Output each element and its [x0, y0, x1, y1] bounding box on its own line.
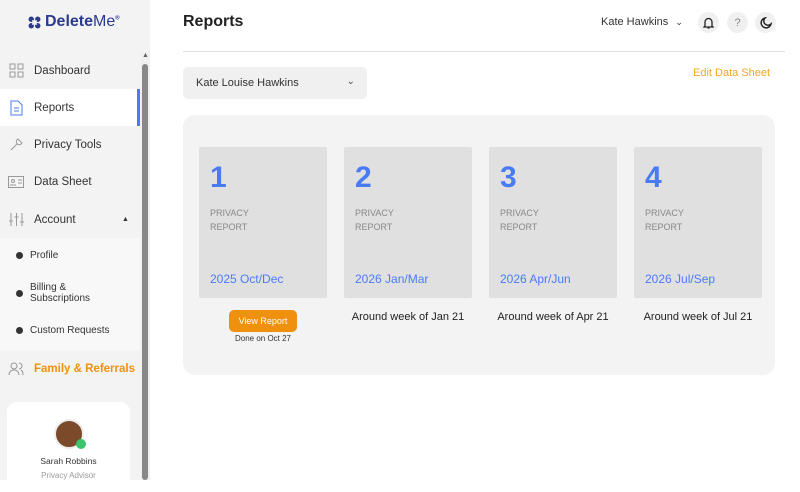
report-label-line: REPORT: [645, 222, 683, 232]
sidebar-item-reports[interactable]: Reports: [0, 89, 140, 126]
report-number: 2: [355, 161, 372, 194]
sidebar-item-label: Dashboard: [34, 64, 91, 77]
sidebar-item-label: Data Sheet: [34, 175, 92, 188]
sidebar-item-label: Family & Referrals: [34, 362, 135, 375]
report-period: 2026 Jul/Sep: [645, 272, 716, 286]
sidebar-subitem-billing[interactable]: Billing & Subscriptions: [16, 282, 126, 304]
document-icon: [8, 100, 24, 116]
sidebar-item-dashboard[interactable]: Dashboard: [0, 52, 140, 89]
bell-icon: [703, 17, 714, 29]
sidebar-item-label: Reports: [34, 101, 75, 114]
users-icon: [8, 361, 24, 377]
scroll-up-arrow-icon[interactable]: ▲: [142, 52, 149, 59]
edit-data-sheet-link[interactable]: Edit Data Sheet: [693, 67, 770, 79]
advisor-name: Sarah Robbins: [40, 456, 97, 466]
report-card-1: 1 PRIVACY REPORT 2025 Oct/Dec: [199, 147, 327, 298]
report-eta: Around week of Jan 21: [351, 311, 465, 323]
sidebar-item-account[interactable]: Account ▲: [0, 201, 140, 238]
report-label: PRIVACY REPORT: [210, 206, 249, 234]
report-card-2: 2 PRIVACY REPORT 2026 Jan/Mar: [344, 147, 472, 298]
dark-mode-button[interactable]: [755, 12, 776, 33]
sidebar-item-data-sheet[interactable]: Data Sheet: [0, 163, 140, 200]
bullet-icon: [16, 252, 23, 259]
report-label: PRIVACY REPORT: [355, 206, 394, 234]
report-label-line: PRIVACY: [500, 208, 539, 218]
online-status-icon: [75, 439, 86, 449]
grid-icon: [8, 63, 24, 79]
sidebar-item-family-referrals[interactable]: Family & Referrals: [0, 350, 140, 387]
profile-select-value: Kate Louise Hawkins: [196, 77, 299, 89]
report-done-date: Done on Oct 27: [234, 334, 292, 343]
report-label: PRIVACY REPORT: [500, 206, 539, 234]
report-number: 1: [210, 161, 227, 194]
notifications-button[interactable]: [698, 12, 719, 33]
header-divider: [183, 51, 785, 52]
page-title: Reports: [183, 13, 244, 30]
help-icon: ?: [734, 16, 741, 29]
sliders-icon: [8, 212, 24, 228]
sidebar-subitem-profile[interactable]: Profile: [16, 250, 58, 261]
advisor-role: Privacy Advisor: [41, 471, 96, 480]
report-number: 3: [500, 161, 517, 194]
subitem-label: Custom Requests: [30, 325, 110, 336]
report-label-line: REPORT: [210, 222, 248, 232]
report-number: 4: [645, 161, 662, 194]
chevron-down-icon: ⌄: [675, 17, 683, 27]
subitem-label: Billing & Subscriptions: [30, 282, 91, 304]
wrench-icon: [8, 137, 24, 153]
user-name: Kate Hawkins: [601, 16, 669, 28]
report-period: 2026 Apr/Jun: [500, 272, 571, 286]
report-label-line: REPORT: [355, 222, 393, 232]
view-report-button[interactable]: View Report: [229, 310, 297, 332]
sidebar-item-label: Account: [34, 213, 76, 226]
sidebar-item-privacy-tools[interactable]: Privacy Tools: [0, 126, 140, 163]
bullet-icon: [16, 327, 23, 334]
sidebar-subitem-custom-requests[interactable]: Custom Requests: [16, 325, 109, 336]
report-label: PRIVACY REPORT: [645, 206, 684, 234]
report-label-line: PRIVACY: [355, 208, 394, 218]
deleteme-logo[interactable]: DeleteMe®: [28, 13, 120, 31]
logo-mark-icon: [28, 16, 41, 28]
account-submenu: Profile Billing & Subscriptions Custom R…: [0, 238, 140, 350]
bullet-icon: [16, 289, 23, 297]
report-label-line: PRIVACY: [645, 208, 684, 218]
sidebar: DeleteMe® Dashboard Reports Privacy Tool…: [0, 0, 150, 492]
user-menu[interactable]: Kate Hawkins ⌄: [601, 16, 683, 28]
report-card-3: 3 PRIVACY REPORT 2026 Apr/Jun: [489, 147, 617, 298]
report-eta: Around week of Jul 21: [643, 311, 753, 323]
report-period: 2026 Jan/Mar: [355, 272, 429, 286]
report-eta: Around week of Apr 21: [497, 311, 609, 323]
sidebar-item-label: Privacy Tools: [34, 138, 102, 151]
report-label-line: PRIVACY: [210, 208, 249, 218]
subitem-label: Profile: [30, 250, 59, 261]
caret-up-icon: ▲: [122, 216, 129, 223]
logo-text-me: Me: [93, 13, 116, 30]
scrollbar-thumb[interactable]: [142, 64, 148, 480]
report-period: 2025 Oct/Dec: [210, 272, 284, 286]
report-card-4: 4 PRIVACY REPORT 2026 Jul/Sep: [634, 147, 762, 298]
logo-text: Delete: [45, 13, 94, 30]
moon-icon: [759, 16, 772, 29]
profile-select[interactable]: Kate Louise Hawkins ⌄: [183, 67, 367, 99]
id-card-icon: [8, 174, 24, 190]
report-label-line: REPORT: [500, 222, 538, 232]
chevron-down-icon: ⌄: [346, 76, 355, 87]
privacy-advisor-card: Sarah Robbins Privacy Advisor: [7, 402, 130, 492]
advisor-avatar: [53, 419, 86, 449]
help-button[interactable]: ?: [727, 12, 748, 33]
logo-registered: ®: [115, 15, 120, 22]
